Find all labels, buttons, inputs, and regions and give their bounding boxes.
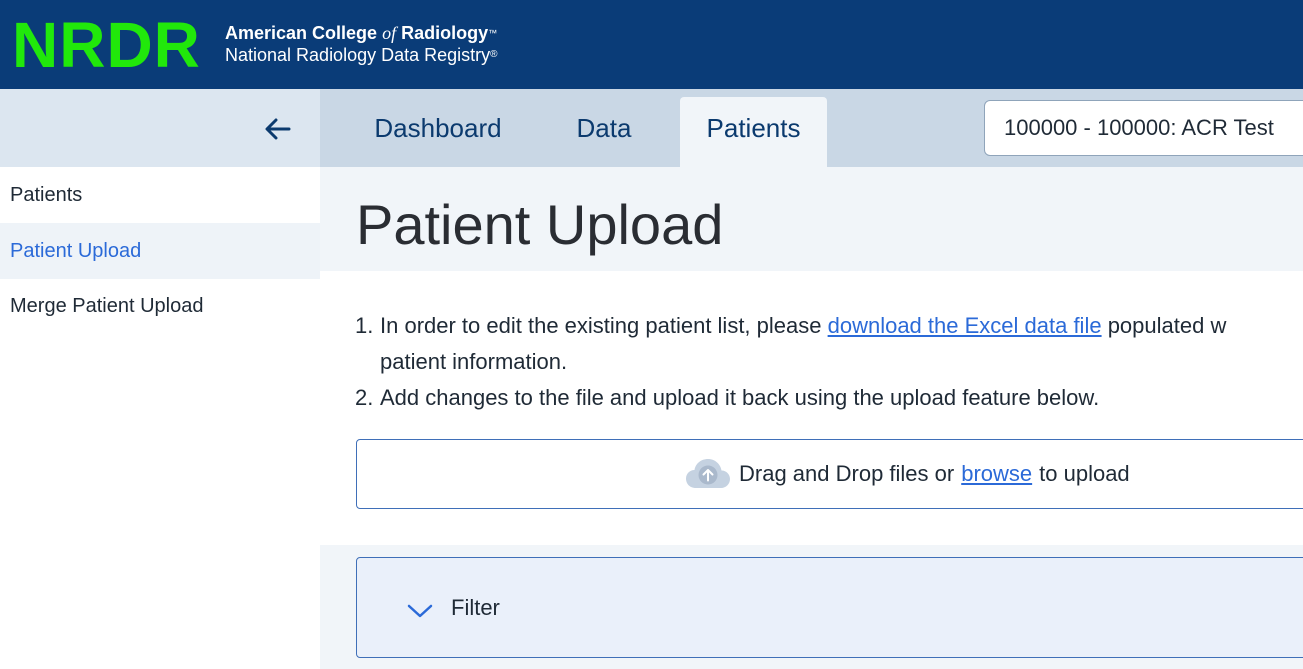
file-dropzone[interactable]: Drag and Drop files or browse to upload bbox=[356, 439, 1303, 509]
dropzone-text-suffix: to upload bbox=[1039, 461, 1130, 486]
tab-patients[interactable]: Patients bbox=[680, 97, 827, 167]
sidebar-item-patient-upload[interactable]: Patient Upload bbox=[0, 223, 320, 279]
sidebar: Patients Patient Upload Merge Patient Up… bbox=[0, 89, 320, 669]
cloud-upload-icon bbox=[686, 459, 730, 488]
download-excel-link[interactable]: download the Excel data file bbox=[828, 313, 1102, 338]
page-title-band: Patient Upload bbox=[320, 167, 1303, 271]
nrdr-logo[interactable]: NRDR bbox=[12, 10, 201, 80]
filter-label: Filter bbox=[451, 595, 500, 620]
instruction-item-1-continued: patient information. bbox=[380, 349, 568, 374]
upload-instructions: 1. In order to edit the existing patient … bbox=[355, 308, 1303, 416]
collapse-sidebar-button[interactable] bbox=[262, 113, 294, 145]
browse-link[interactable]: browse bbox=[961, 461, 1032, 487]
instruction-item-1: 1. In order to edit the existing patient … bbox=[355, 308, 1303, 344]
app-header: NRDR American College of Radiology™ Nati… bbox=[0, 0, 1303, 89]
site-select-dropdown[interactable]: 100000 - 100000: ACR Test bbox=[984, 100, 1303, 156]
page-title: Patient Upload bbox=[356, 193, 724, 256]
sidebar-item-merge-patient-upload[interactable]: Merge Patient Upload bbox=[0, 278, 320, 334]
tab-dashboard[interactable]: Dashboard bbox=[354, 97, 522, 167]
chevron-down-icon bbox=[407, 604, 433, 618]
dropzone-text: Drag and Drop files or bbox=[739, 461, 955, 486]
tab-bar: Dashboard Data Patients 100000 - 100000:… bbox=[320, 89, 1303, 167]
filter-toggle[interactable]: Filter bbox=[407, 588, 500, 628]
organization-name: American College of Radiology™ National … bbox=[225, 22, 498, 66]
sidebar-item-patients[interactable]: Patients bbox=[0, 167, 320, 223]
filter-section: Filter bbox=[320, 545, 1303, 669]
dropzone-content: Drag and Drop files or browse to upload bbox=[685, 440, 1130, 508]
sidebar-top bbox=[0, 89, 320, 167]
instruction-number: 2. bbox=[355, 385, 374, 410]
arrow-left-icon bbox=[265, 118, 291, 140]
org-name-line2: National Radiology Data Registry® bbox=[225, 45, 498, 65]
org-name-line1: American College of Radiology™ bbox=[225, 23, 498, 43]
tab-data[interactable]: Data bbox=[554, 97, 654, 167]
instruction-number: 1. bbox=[355, 313, 374, 338]
instruction-item-2: 2. Add changes to the file and upload it … bbox=[355, 380, 1303, 416]
filter-panel: Filter bbox=[356, 557, 1303, 658]
